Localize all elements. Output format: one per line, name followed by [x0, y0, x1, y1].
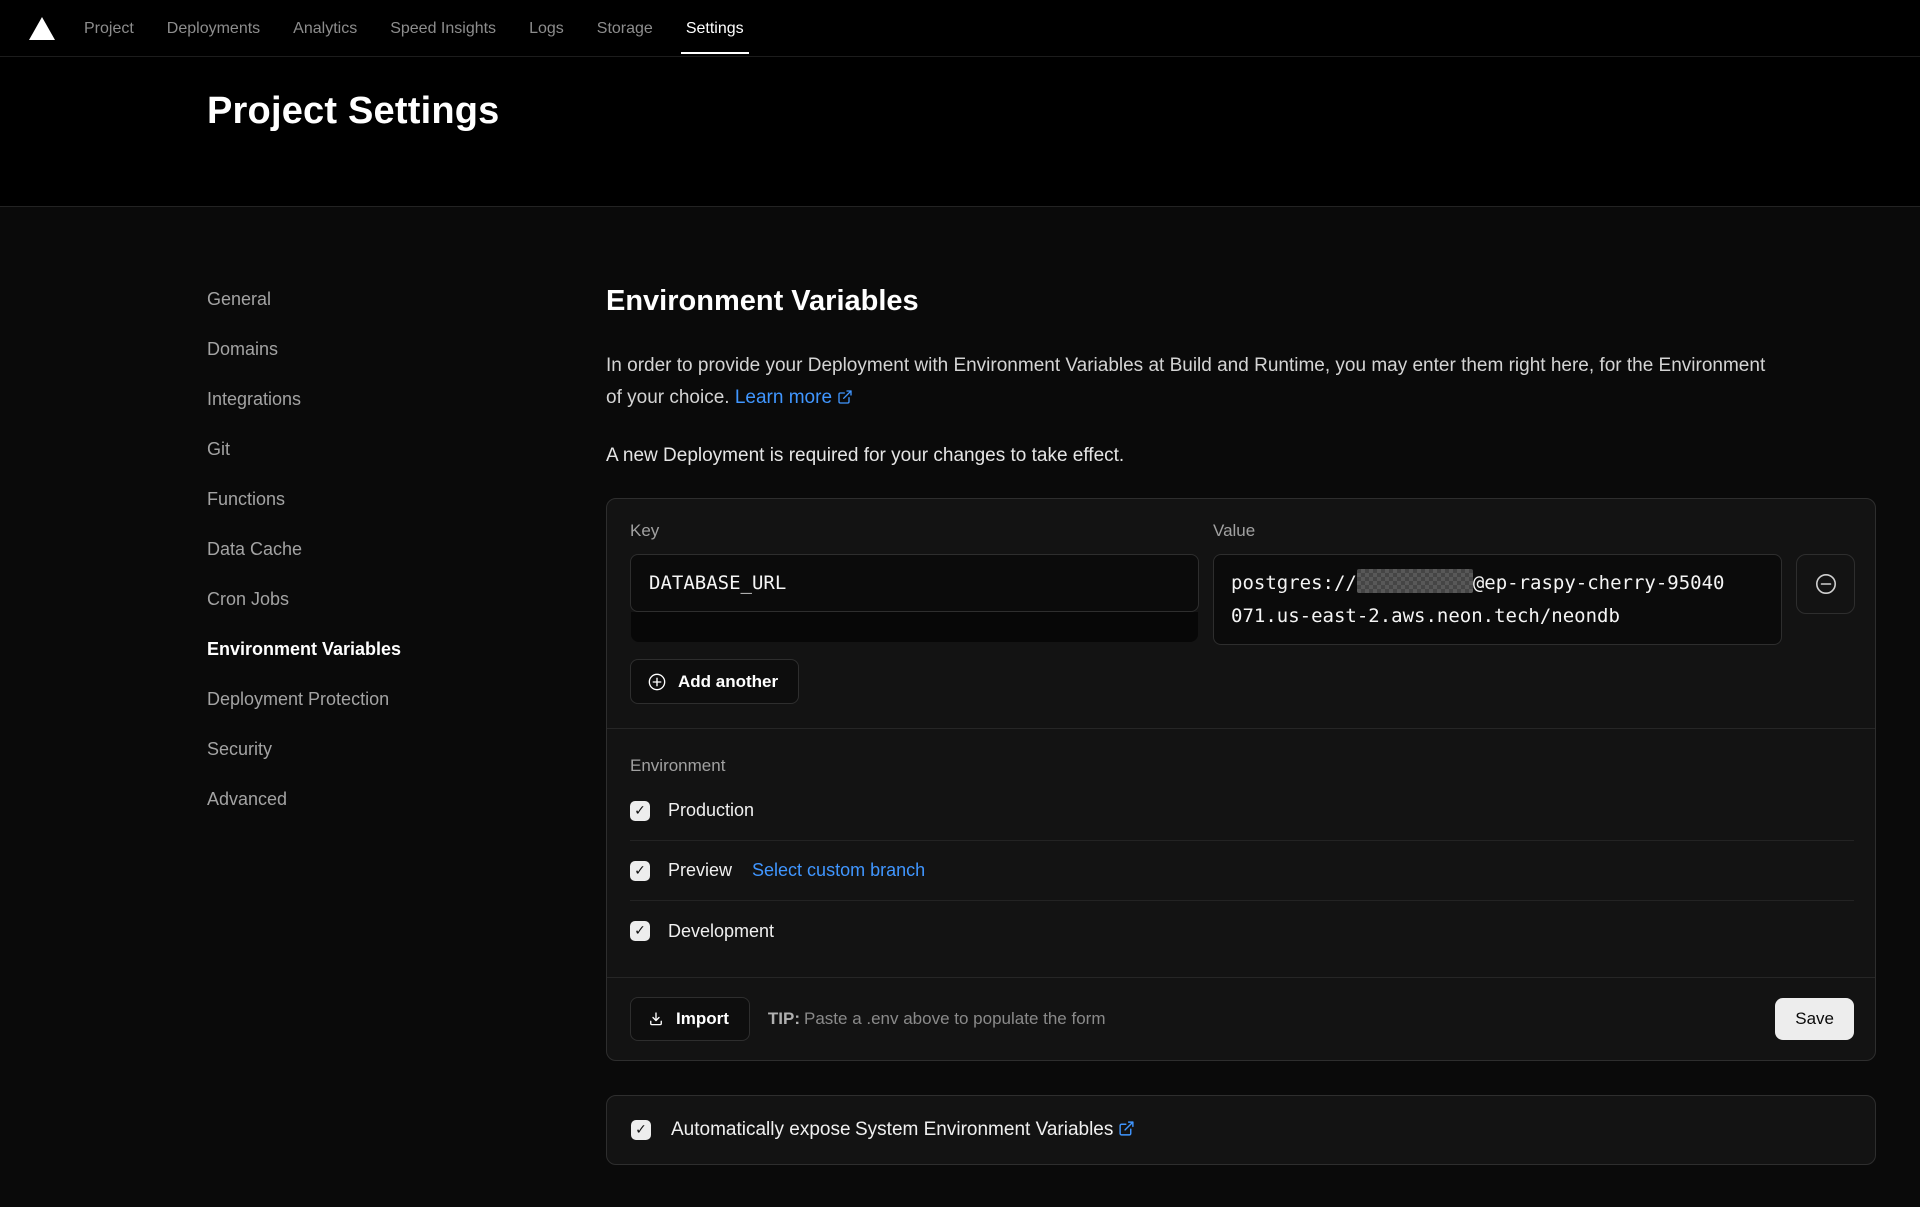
key-label: Key	[630, 520, 1199, 542]
section-description: In order to provide your Deployment with…	[606, 350, 1876, 414]
nav-tab-analytics[interactable]: Analytics	[293, 0, 357, 56]
value-suffix: @ep-raspy-cherry-95040	[1473, 572, 1725, 594]
remove-row-button[interactable]	[1796, 554, 1855, 614]
development-checkbox[interactable]: ✓	[630, 921, 650, 941]
download-icon	[647, 1010, 665, 1028]
redacted-credentials-block	[1357, 569, 1473, 593]
key-input-stack	[631, 612, 1198, 642]
system-env-link-label: System Environment Variables	[855, 1119, 1113, 1140]
import-label: Import	[676, 1009, 729, 1029]
description-line-1: In order to provide your Deployment with…	[606, 350, 1876, 382]
vercel-triangle-icon	[29, 17, 55, 40]
system-env-link[interactable]: System Environment Variables	[855, 1119, 1135, 1140]
nav-tab-logs[interactable]: Logs	[529, 0, 564, 56]
sidebar-item-integrations[interactable]: Integrations	[207, 374, 567, 424]
card-footer: Import TIP:Paste a .env above to populat…	[607, 977, 1875, 1060]
value-line-2: 071.us-east-2.aws.neon.tech/neondb	[1231, 600, 1764, 633]
description-line-2-text: of your choice.	[606, 387, 730, 408]
main-content: Environment Variables In order to provid…	[606, 283, 1876, 1165]
external-link-icon	[1118, 1120, 1135, 1137]
value-prefix: postgres://	[1231, 572, 1357, 594]
system-env-checkbox[interactable]: ✓	[631, 1120, 651, 1140]
page-header: Project Settings	[0, 57, 1920, 207]
preview-label: Preview	[668, 860, 732, 881]
nav-tab-speed-insights[interactable]: Speed Insights	[390, 0, 496, 56]
settings-sidebar: General Domains Integrations Git Functio…	[207, 274, 567, 824]
nav-tab-deployments[interactable]: Deployments	[167, 0, 260, 56]
learn-more-label: Learn more	[735, 387, 832, 408]
sidebar-item-domains[interactable]: Domains	[207, 324, 567, 374]
production-checkbox[interactable]: ✓	[630, 801, 650, 821]
deployment-note: A new Deployment is required for your ch…	[606, 444, 1876, 468]
environment-row-preview: ✓ Preview Select custom branch	[630, 841, 1854, 901]
value-input[interactable]: postgres:// @ep-raspy-cherry-95040 071.us…	[1213, 554, 1782, 645]
sidebar-item-general[interactable]: General	[207, 274, 567, 324]
sidebar-item-security[interactable]: Security	[207, 724, 567, 774]
preview-checkbox[interactable]: ✓	[630, 861, 650, 881]
external-link-icon	[837, 389, 853, 405]
nav-tab-settings[interactable]: Settings	[686, 0, 744, 56]
section-heading: Environment Variables	[606, 283, 1876, 319]
circle-plus-icon	[647, 672, 667, 692]
description-line-2: of your choice. Learn more	[606, 382, 1876, 414]
key-column: DATABASE_URL	[630, 554, 1199, 645]
import-button[interactable]: Import	[630, 997, 750, 1041]
top-nav: Project Deployments Analytics Speed Insi…	[0, 0, 1920, 57]
value-line-1: postgres:// @ep-raspy-cherry-95040	[1231, 567, 1764, 600]
vercel-logo[interactable]	[29, 0, 55, 56]
sidebar-item-advanced[interactable]: Advanced	[207, 774, 567, 824]
environment-variables-card: Key Value DATABASE_URL postgres:// @ep-ra…	[606, 498, 1876, 1061]
value-label: Value	[1213, 520, 1782, 542]
sidebar-item-git[interactable]: Git	[207, 424, 567, 474]
environment-section: Environment ✓ Production ✓ Preview Selec…	[607, 728, 1875, 977]
environment-label: Environment	[630, 755, 1854, 777]
select-custom-branch-link[interactable]: Select custom branch	[752, 860, 925, 881]
sidebar-item-functions[interactable]: Functions	[207, 474, 567, 524]
learn-more-link[interactable]: Learn more	[735, 387, 853, 408]
system-env-text: Automatically expose System Environment …	[671, 1119, 1135, 1141]
tip-body: Paste a .env above to populate the form	[804, 1009, 1105, 1028]
tip-text: TIP:Paste a .env above to populate the f…	[768, 1009, 1106, 1029]
save-button[interactable]: Save	[1775, 998, 1854, 1040]
nav-tab-project[interactable]: Project	[84, 0, 134, 56]
system-env-prefix: Automatically expose	[671, 1119, 851, 1140]
environment-row-production: ✓ Production	[630, 781, 1854, 841]
add-another-label: Add another	[678, 672, 778, 692]
page-title: Project Settings	[207, 90, 500, 133]
development-label: Development	[668, 921, 774, 942]
tip-label: TIP:	[768, 1009, 800, 1028]
circle-minus-icon	[1814, 572, 1838, 596]
sidebar-item-deployment-protection[interactable]: Deployment Protection	[207, 674, 567, 724]
environment-row-development: ✓ Development	[630, 901, 1854, 961]
sidebar-item-data-cache[interactable]: Data Cache	[207, 524, 567, 574]
system-env-card: ✓ Automatically expose System Environmen…	[606, 1095, 1876, 1165]
production-label: Production	[668, 800, 754, 821]
key-input[interactable]: DATABASE_URL	[630, 554, 1199, 612]
sidebar-item-environment-variables[interactable]: Environment Variables	[207, 624, 567, 674]
sidebar-item-cron-jobs[interactable]: Cron Jobs	[207, 574, 567, 624]
nav-tab-storage[interactable]: Storage	[597, 0, 653, 56]
add-another-button[interactable]: Add another	[630, 659, 799, 704]
